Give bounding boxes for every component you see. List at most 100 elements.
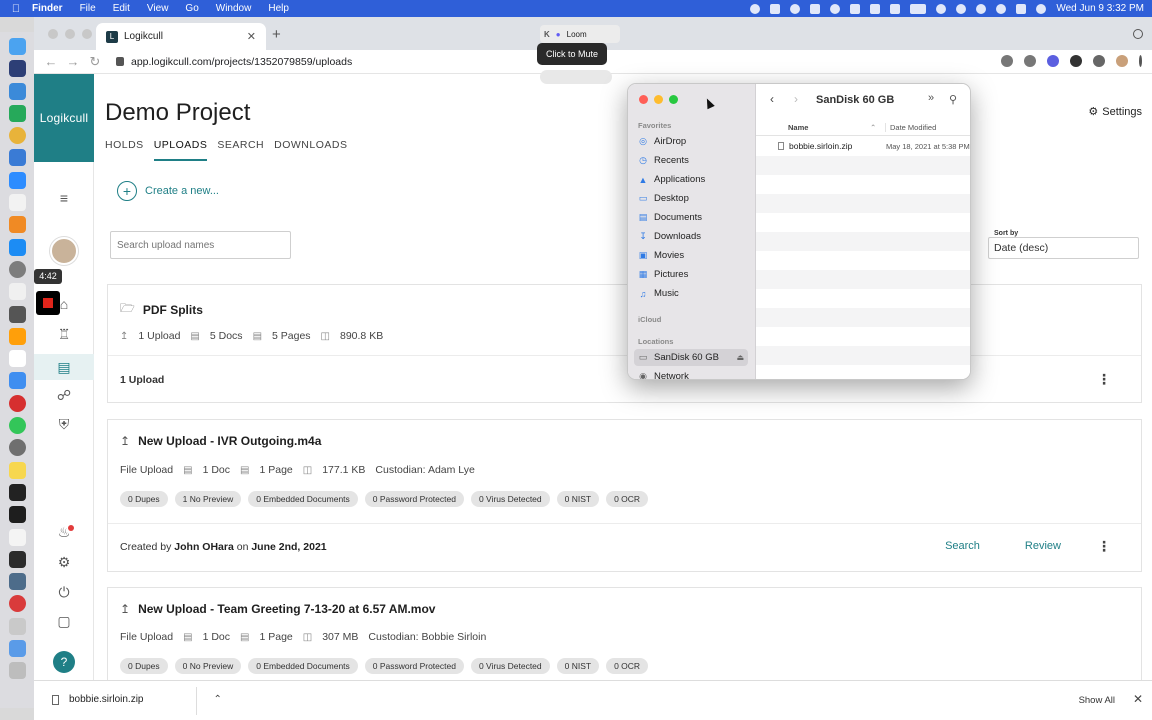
app-icon[interactable] xyxy=(8,595,26,613)
url-field[interactable]: app.logikcull.com/projects/1352079859/up… xyxy=(116,56,352,68)
spotlight-icon[interactable] xyxy=(996,3,1007,14)
menu-app-name[interactable]: Finder xyxy=(32,3,63,14)
sidebar-item-network[interactable]: ◉ Network xyxy=(638,371,689,379)
zoom-window-button[interactable] xyxy=(82,29,92,39)
apple-icon[interactable]:  xyxy=(0,3,32,15)
status-icon[interactable] xyxy=(770,3,781,14)
zoom-icon[interactable] xyxy=(8,171,26,189)
back-icon[interactable]: ← xyxy=(40,54,62,69)
launchpad-icon[interactable] xyxy=(8,60,26,78)
forward-icon[interactable]: › xyxy=(794,92,798,106)
chrome-icon[interactable] xyxy=(8,127,26,145)
sidebar-item-recents[interactable]: ◷ Recents xyxy=(638,155,689,166)
sidebar-item-music[interactable]: ♫ Music xyxy=(638,288,679,299)
wifi-icon[interactable] xyxy=(976,3,987,14)
battery-icon[interactable] xyxy=(910,3,927,14)
pill-ocr[interactable]: 0 OCR xyxy=(606,491,649,507)
app-icon[interactable] xyxy=(8,550,26,568)
sidebar-item-downloads[interactable]: ↧ Downloads xyxy=(638,231,701,242)
back-icon[interactable]: ‹ xyxy=(770,92,774,106)
calculator-icon[interactable] xyxy=(8,305,26,323)
status-icon[interactable] xyxy=(890,3,901,14)
volume-icon[interactable] xyxy=(936,3,947,14)
pill-nist[interactable]: 0 NIST xyxy=(556,491,600,507)
column-name[interactable]: Name xyxy=(788,123,808,132)
trash-icon[interactable] xyxy=(8,662,26,680)
close-tab-icon[interactable]: ✕ xyxy=(247,30,256,43)
eject-icon[interactable]: ⏏ xyxy=(736,353,744,362)
minimize-window-button[interactable] xyxy=(654,95,663,104)
app-icon[interactable] xyxy=(8,149,26,167)
chevron-up-icon[interactable]: ⌃ xyxy=(214,694,222,705)
tab-search[interactable]: SEARCH xyxy=(217,139,264,161)
card-header[interactable]: 🗁 PDF Splits xyxy=(120,299,203,320)
books-icon[interactable] xyxy=(8,216,26,234)
list-item[interactable]: bobbie.sirloin.zip May 18, 2021 at 5:38 … xyxy=(756,137,970,156)
textedit-icon[interactable] xyxy=(8,528,26,546)
downloads-folder-icon[interactable] xyxy=(8,640,26,658)
status-icon[interactable] xyxy=(850,3,861,14)
sidebar-item-movies[interactable]: ▣ Movies xyxy=(638,250,684,261)
stop-recording-button[interactable] xyxy=(36,291,60,315)
chrome-menu-icon[interactable] xyxy=(1139,55,1142,67)
status-icon[interactable] xyxy=(810,3,821,14)
activity-monitor-icon[interactable] xyxy=(8,506,26,524)
pill-password[interactable]: 0 Password Protected xyxy=(364,658,464,674)
close-icon[interactable]: ✕ xyxy=(1133,692,1143,706)
app-icon[interactable] xyxy=(8,394,26,412)
close-window-button[interactable] xyxy=(48,29,58,39)
pill-no-preview[interactable]: 0 No Preview xyxy=(174,658,242,674)
sidebar-item-documents[interactable]: ▤ Documents xyxy=(638,212,702,223)
gear-icon[interactable] xyxy=(790,3,801,14)
power-icon[interactable]: ⏻ xyxy=(54,582,74,602)
sidebar-item-applications[interactable]: ▲ Applications xyxy=(638,174,706,185)
review-button[interactable]: Review xyxy=(1025,540,1061,552)
profile-avatar-icon[interactable] xyxy=(1116,55,1128,67)
zoom-window-button[interactable] xyxy=(669,95,678,104)
card-header[interactable]: ↥ New Upload - Team Greeting 7-13-20 at … xyxy=(120,602,435,616)
tab-downloads[interactable]: DOWNLOADS xyxy=(274,139,347,161)
pill-virus[interactable]: 0 Virus Detected xyxy=(470,658,550,674)
calendar-icon[interactable] xyxy=(8,350,26,368)
card-header[interactable]: ↥ New Upload - IVR Outgoing.m4a xyxy=(120,434,321,448)
admin-icon[interactable]: ▢ xyxy=(54,611,74,631)
status-icon[interactable] xyxy=(870,3,881,14)
more-options-icon[interactable]: ⋮ xyxy=(1097,371,1111,388)
minimize-window-button[interactable] xyxy=(65,29,75,39)
settings-button[interactable]: ⚙ Settings xyxy=(1088,105,1142,119)
siri-icon[interactable] xyxy=(1036,3,1047,14)
messages-icon[interactable] xyxy=(8,417,26,435)
chevron-up-icon[interactable]: ⌃ xyxy=(870,123,876,132)
pill-embedded[interactable]: 0 Embedded Documents xyxy=(248,491,358,507)
forward-icon[interactable]: → xyxy=(62,54,84,69)
menu-help[interactable]: Help xyxy=(268,3,289,14)
more-toolbar-icon[interactable]: » xyxy=(928,92,934,104)
pill-dupes[interactable]: 0 Dupes xyxy=(120,491,168,507)
loom-mic-control[interactable] xyxy=(540,70,612,84)
menubar-clock[interactable]: Wed Jun 9 3:32 PM xyxy=(1056,3,1144,14)
menu-file[interactable]: File xyxy=(80,3,96,14)
pill-virus[interactable]: 0 Virus Detected xyxy=(470,491,550,507)
tab-holds[interactable]: HOLDS xyxy=(105,139,144,161)
loom-extension-bar[interactable]: K ● Loom xyxy=(540,25,620,43)
app-icon[interactable] xyxy=(8,573,26,591)
bluetooth-icon[interactable] xyxy=(956,3,967,14)
menu-window[interactable]: Window xyxy=(216,3,252,14)
pill-no-preview[interactable]: 1 No Preview xyxy=(174,491,242,507)
extension-icon[interactable] xyxy=(1047,55,1059,67)
pill-password[interactable]: 0 Password Protected xyxy=(364,491,464,507)
mail-icon[interactable] xyxy=(8,372,26,390)
menu-collapse-icon[interactable]: ≡ xyxy=(54,188,74,208)
app-icon[interactable] xyxy=(8,617,26,635)
new-tab-icon[interactable]: + xyxy=(272,26,281,43)
sort-select[interactable]: Date (desc) xyxy=(988,237,1139,259)
puzzle-icon[interactable] xyxy=(1093,55,1105,67)
app-store-icon[interactable] xyxy=(8,238,26,256)
browser-tab[interactable]: L Logikcull ✕ xyxy=(96,23,266,50)
search-icon[interactable]: ⚲ xyxy=(949,93,957,106)
search-input[interactable] xyxy=(110,231,291,259)
projects-icon[interactable]: ▤ xyxy=(34,354,94,380)
pill-nist[interactable]: 0 NIST xyxy=(556,658,600,674)
trophy-icon[interactable]: ♖ xyxy=(54,324,74,344)
reload-icon[interactable]: ↻ xyxy=(84,54,106,70)
